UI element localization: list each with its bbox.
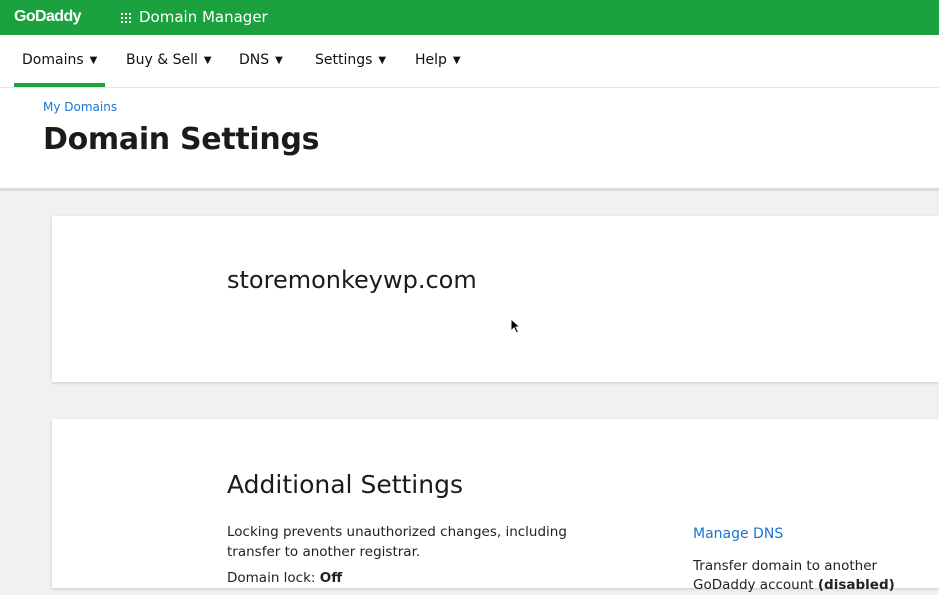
manage-dns-link[interactable]: Manage DNS bbox=[693, 526, 783, 542]
godaddy-logo[interactable]: GoDaddy bbox=[14, 8, 82, 26]
top-bar: GoDaddy Domain Manager bbox=[0, 0, 939, 35]
nav-domains[interactable]: Domains ▼ bbox=[22, 52, 97, 68]
nav-dns[interactable]: DNS ▼ bbox=[239, 52, 283, 68]
transfer-domain-state: (disabled) bbox=[817, 577, 895, 593]
nav-domains-label: Domains bbox=[22, 52, 84, 68]
nav-buy-sell[interactable]: Buy & Sell ▼ bbox=[126, 52, 212, 68]
mouse-pointer-icon bbox=[510, 318, 521, 334]
domain-lock-description: Locking prevents unauthorized changes, i… bbox=[227, 524, 567, 560]
breadcrumb-my-domains[interactable]: My Domains bbox=[43, 100, 117, 114]
nav-help[interactable]: Help ▼ bbox=[415, 52, 461, 68]
transfer-domain-setting: Transfer domain to another GoDaddy accou… bbox=[693, 557, 913, 595]
domain-lock-label: Domain lock: bbox=[227, 570, 320, 586]
caret-down-icon: ▼ bbox=[452, 55, 461, 66]
nav-buy-sell-label: Buy & Sell bbox=[126, 52, 198, 68]
app-title[interactable]: Domain Manager bbox=[139, 8, 268, 26]
section-title: Additional Settings bbox=[227, 470, 463, 499]
main-nav: Domains ▼ Buy & Sell ▼ DNS ▼ Settings ▼ Help… bbox=[0, 35, 939, 88]
domain-lock-value[interactable]: Off bbox=[320, 570, 342, 586]
nav-dns-label: DNS bbox=[239, 52, 270, 68]
domain-lock-status: Domain lock: Off bbox=[227, 570, 342, 586]
apps-grid-icon[interactable] bbox=[121, 13, 131, 23]
page-title: Domain Settings bbox=[43, 122, 320, 157]
caret-down-icon: ▼ bbox=[378, 55, 387, 66]
domain-name: storemonkeywp.com bbox=[227, 266, 477, 294]
caret-down-icon: ▼ bbox=[275, 55, 283, 66]
nav-settings-label: Settings bbox=[315, 52, 373, 68]
nav-settings[interactable]: Settings ▼ bbox=[315, 52, 386, 68]
additional-settings-card: Additional Settings Locking prevents una… bbox=[52, 419, 939, 593]
caret-down-icon: ▼ bbox=[89, 55, 98, 66]
nav-help-label: Help bbox=[415, 52, 447, 68]
domain-card: storemonkeywp.com bbox=[52, 216, 939, 382]
active-nav-indicator bbox=[14, 83, 105, 87]
caret-down-icon: ▼ bbox=[203, 55, 212, 66]
page-header: My Domains Domain Settings bbox=[0, 88, 939, 191]
